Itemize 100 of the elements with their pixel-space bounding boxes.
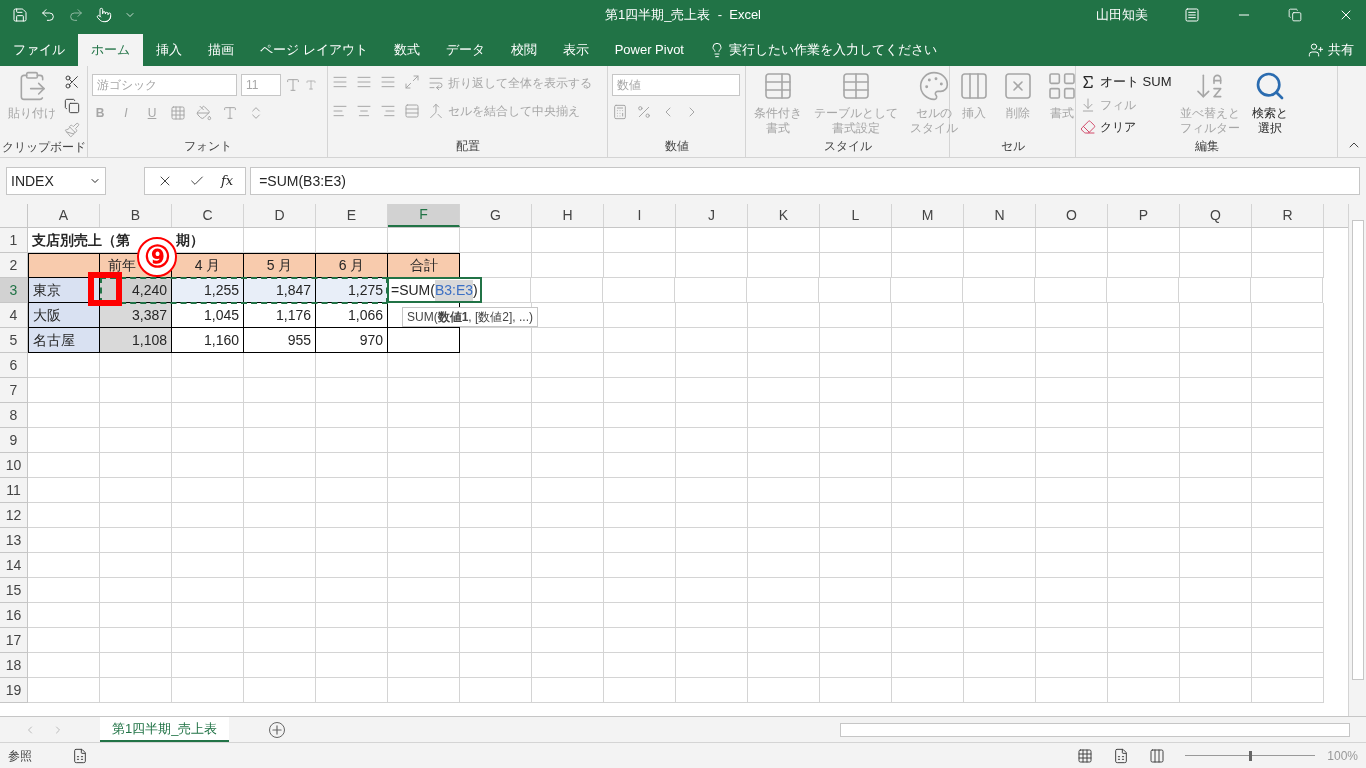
grid-cell[interactable] bbox=[964, 253, 1036, 278]
grid-cell[interactable] bbox=[1252, 328, 1324, 353]
grid-cell[interactable] bbox=[388, 528, 460, 553]
grid-cell[interactable] bbox=[1036, 653, 1108, 678]
grid-cell[interactable] bbox=[1108, 603, 1180, 628]
grid-cell[interactable] bbox=[460, 628, 532, 653]
grid-cell[interactable] bbox=[460, 228, 532, 253]
grid-cell[interactable] bbox=[532, 428, 604, 453]
grid-cell[interactable] bbox=[532, 403, 604, 428]
grid-cell[interactable] bbox=[1108, 653, 1180, 678]
grid-cell[interactable] bbox=[748, 403, 820, 428]
grid-cell[interactable] bbox=[820, 353, 892, 378]
grid-cell[interactable] bbox=[1252, 653, 1324, 678]
ribbon-tab[interactable]: ホーム bbox=[78, 34, 143, 66]
grid-cell[interactable] bbox=[316, 628, 388, 653]
grid-cell[interactable] bbox=[172, 578, 244, 603]
grid-cell[interactable] bbox=[244, 578, 316, 603]
grid-cell[interactable] bbox=[460, 428, 532, 453]
grid-cell[interactable] bbox=[1107, 278, 1179, 303]
grid-cell[interactable] bbox=[892, 578, 964, 603]
grid-cell[interactable] bbox=[676, 653, 748, 678]
align-top-icon[interactable] bbox=[332, 74, 348, 90]
grid-cell[interactable] bbox=[1252, 378, 1324, 403]
grid-cell[interactable] bbox=[100, 453, 172, 478]
grid-cell[interactable] bbox=[100, 578, 172, 603]
grid-cell[interactable] bbox=[28, 403, 100, 428]
grid-cell[interactable] bbox=[460, 653, 532, 678]
grid-cell[interactable] bbox=[748, 253, 820, 278]
grid-cell[interactable] bbox=[172, 603, 244, 628]
grid-cell[interactable] bbox=[604, 453, 676, 478]
row-header[interactable]: 4 bbox=[0, 303, 28, 328]
align-center-icon[interactable] bbox=[356, 103, 372, 119]
grid-cell[interactable] bbox=[100, 378, 172, 403]
grid-cell[interactable] bbox=[28, 353, 100, 378]
grid-cell[interactable] bbox=[964, 428, 1036, 453]
grid-cell[interactable] bbox=[28, 578, 100, 603]
grid-cell[interactable] bbox=[964, 328, 1036, 353]
grid-cell[interactable] bbox=[244, 528, 316, 553]
vertical-scrollbar[interactable] bbox=[1348, 204, 1366, 716]
grid-cell[interactable] bbox=[172, 528, 244, 553]
grid-cell[interactable] bbox=[964, 378, 1036, 403]
grid-cell[interactable] bbox=[388, 628, 460, 653]
grid-cell[interactable] bbox=[244, 553, 316, 578]
column-header[interactable]: O bbox=[1036, 204, 1108, 227]
grid-cell[interactable] bbox=[964, 678, 1036, 703]
row-header[interactable]: 1 bbox=[0, 228, 28, 253]
grid-cell[interactable] bbox=[28, 378, 100, 403]
grid-cell[interactable] bbox=[244, 503, 316, 528]
grid-cell[interactable] bbox=[1180, 503, 1252, 528]
grid-cell[interactable] bbox=[892, 628, 964, 653]
grid-cell[interactable] bbox=[388, 453, 460, 478]
orientation-icon[interactable] bbox=[404, 74, 420, 90]
grid-cell[interactable] bbox=[748, 428, 820, 453]
grid-cell[interactable] bbox=[675, 278, 747, 303]
copy-icon[interactable] bbox=[64, 98, 80, 114]
grid-cell[interactable] bbox=[460, 503, 532, 528]
align-right-icon[interactable] bbox=[380, 103, 396, 119]
grid-cell[interactable] bbox=[604, 578, 676, 603]
grid-cell[interactable] bbox=[460, 378, 532, 403]
grid-cell[interactable] bbox=[1108, 328, 1180, 353]
grid-cell[interactable] bbox=[1180, 453, 1252, 478]
cell-editor[interactable]: =SUM(B3:E3) bbox=[387, 277, 482, 303]
grid-cell[interactable] bbox=[244, 378, 316, 403]
column-header[interactable]: C bbox=[172, 204, 244, 227]
grid-cell[interactable] bbox=[1108, 553, 1180, 578]
grid-cell[interactable] bbox=[604, 678, 676, 703]
grid-cell[interactable] bbox=[820, 253, 892, 278]
grid-cell[interactable] bbox=[820, 603, 892, 628]
grid-cell[interactable] bbox=[1252, 303, 1324, 328]
grid-cell[interactable] bbox=[532, 628, 604, 653]
grid-cell[interactable] bbox=[172, 428, 244, 453]
grid-cell[interactable] bbox=[1036, 428, 1108, 453]
grid-cell[interactable] bbox=[1180, 628, 1252, 653]
grid-cell[interactable] bbox=[1180, 328, 1252, 353]
grid-cell[interactable] bbox=[532, 253, 604, 278]
grid-cell[interactable] bbox=[460, 353, 532, 378]
grid-cell[interactable] bbox=[748, 453, 820, 478]
grid-cell[interactable] bbox=[604, 403, 676, 428]
grid-cell[interactable] bbox=[748, 353, 820, 378]
grid-cell[interactable] bbox=[460, 403, 532, 428]
align-bottom-icon[interactable] bbox=[380, 74, 396, 90]
column-header[interactable]: K bbox=[748, 204, 820, 227]
column-header[interactable]: D bbox=[244, 204, 316, 227]
grid-cell[interactable] bbox=[100, 353, 172, 378]
grid-cell[interactable] bbox=[388, 378, 460, 403]
grid-cell[interactable] bbox=[100, 528, 172, 553]
grid-cell[interactable] bbox=[1252, 603, 1324, 628]
grid-cell[interactable] bbox=[748, 628, 820, 653]
row-header[interactable]: 19 bbox=[0, 678, 28, 703]
grid-cell[interactable] bbox=[100, 628, 172, 653]
grid-cell[interactable] bbox=[964, 653, 1036, 678]
grid-cell[interactable] bbox=[604, 553, 676, 578]
grid-cell[interactable] bbox=[676, 678, 748, 703]
grid-cell[interactable] bbox=[244, 403, 316, 428]
grid-cell[interactable] bbox=[748, 328, 820, 353]
share-button[interactable]: 共有 bbox=[1296, 34, 1366, 66]
grid-cell[interactable] bbox=[388, 503, 460, 528]
row-header[interactable]: 14 bbox=[0, 553, 28, 578]
format-painter-icon[interactable] bbox=[64, 122, 80, 138]
grid-cell[interactable] bbox=[1036, 453, 1108, 478]
